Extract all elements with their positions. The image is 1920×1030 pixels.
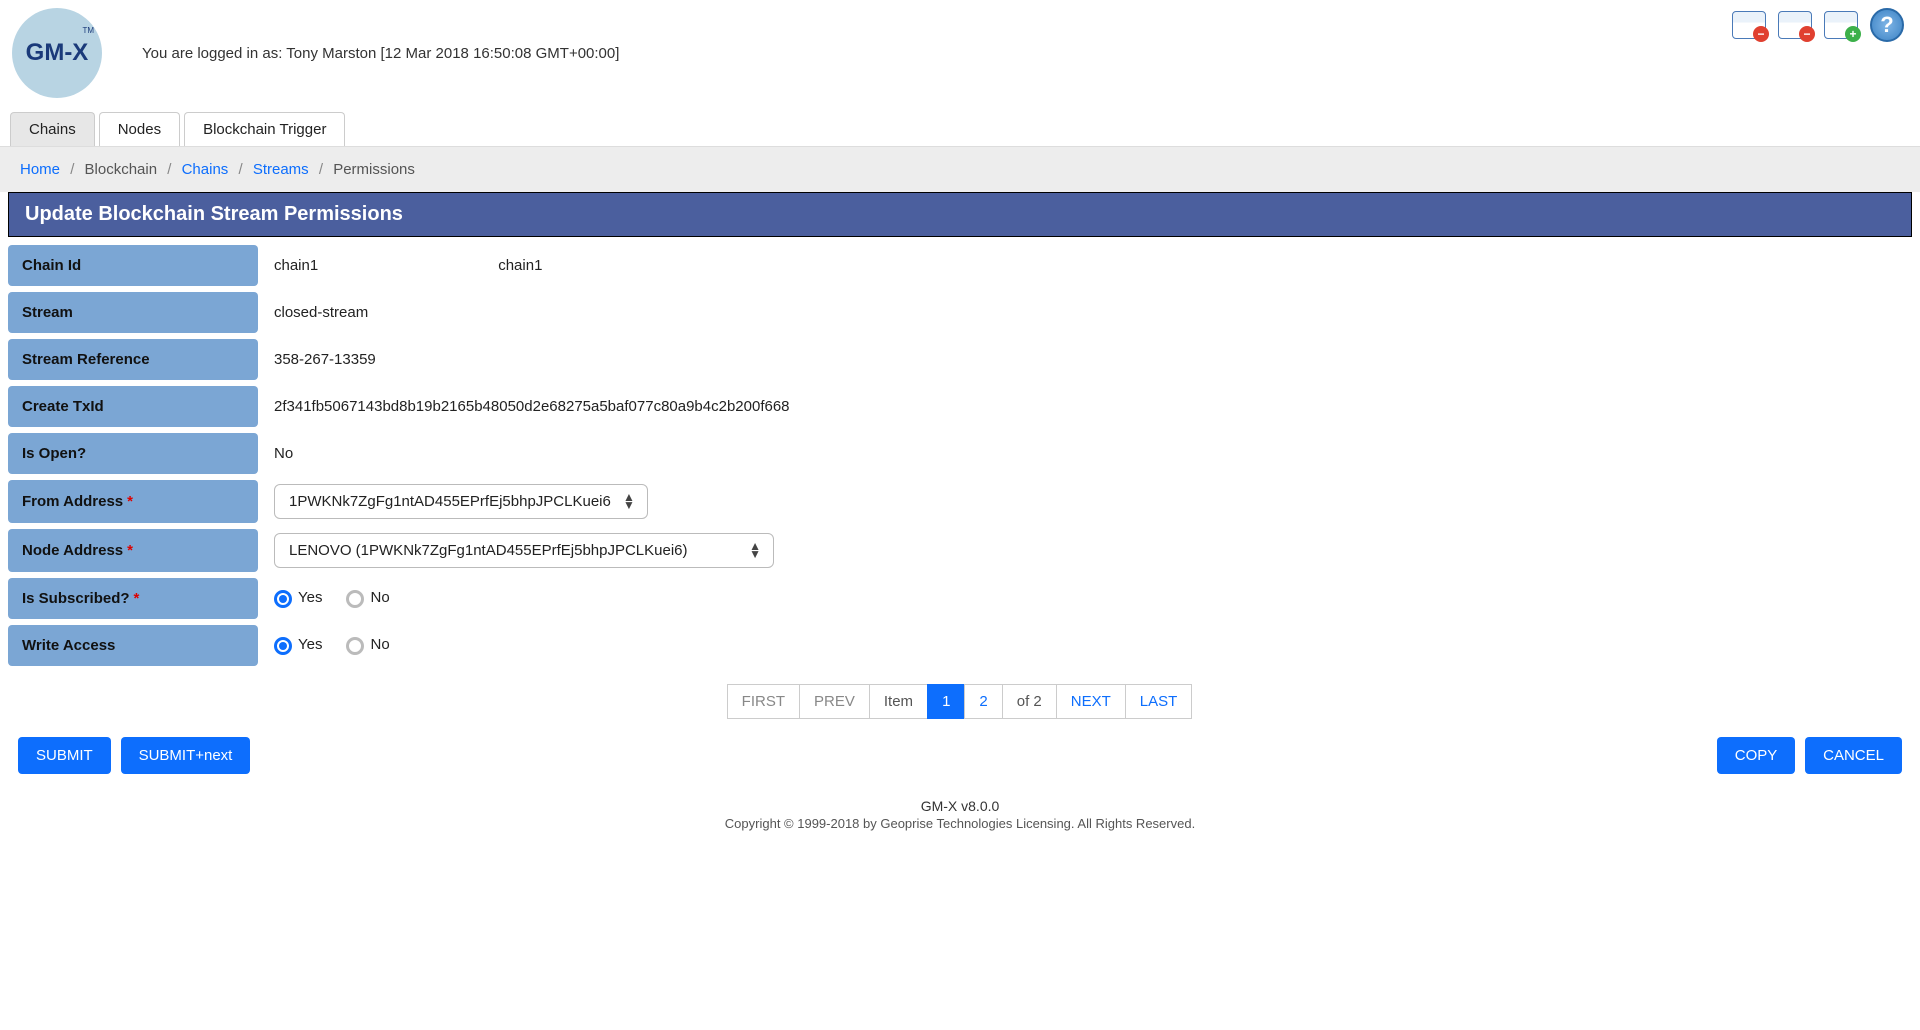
write-access-no[interactable]: No: [346, 636, 389, 654]
label-stream: Stream: [8, 292, 258, 333]
from-address-select[interactable]: 1PWKNk7ZgFg1ntAD455EPrfEj5bhpJPCLKuei6 ▲…: [274, 484, 648, 519]
label-chain-id: Chain Id: [8, 245, 258, 286]
radio-icon: [346, 637, 364, 655]
radio-icon: [346, 590, 364, 608]
write-access-yes[interactable]: Yes: [274, 636, 322, 654]
login-prefix: You are logged in as:: [142, 45, 286, 62]
copy-button[interactable]: COPY: [1717, 737, 1796, 774]
breadcrumb-separator: /: [319, 161, 323, 178]
value-create-txid: 2f341fb5067143bd8b19b2165b48050d2e68275a…: [274, 398, 790, 415]
tab-chains[interactable]: Chains: [10, 112, 95, 146]
page-last[interactable]: LAST: [1125, 684, 1193, 719]
page-of-label: of 2: [1002, 684, 1057, 719]
required-marker: *: [127, 542, 133, 559]
page-prev: PREV: [799, 684, 870, 719]
breadcrumb: Home / Blockchain / Chains / Streams / P…: [0, 147, 1920, 192]
row-from-address: From Address * 1PWKNk7ZgFg1ntAD455EPrfEj…: [8, 480, 1912, 523]
radio-icon: [274, 637, 292, 655]
new-session-button[interactable]: +: [1822, 8, 1860, 42]
required-marker: *: [134, 590, 140, 607]
from-address-selected: 1PWKNk7ZgFg1ntAD455EPrfEj5bhpJPCLKuei6: [289, 493, 611, 510]
footer-version: GM-X v8.0.0: [0, 798, 1920, 814]
breadcrumb-home[interactable]: Home: [20, 161, 60, 178]
value-chain-id-1: chain1: [274, 257, 318, 274]
chevron-updown-icon: ▲▼: [749, 543, 761, 557]
form: Chain Id chain1 chain1 Stream closed-str…: [0, 237, 1920, 790]
submit-next-button[interactable]: SUBMIT+next: [121, 737, 251, 774]
breadcrumb-separator: /: [167, 161, 171, 178]
chevron-updown-icon: ▲▼: [623, 494, 635, 508]
tabs: Chains Nodes Blockchain Trigger: [0, 112, 1920, 147]
node-address-selected: LENOVO (1PWKNk7ZgFg1ntAD455EPrfEj5bhpJPC…: [289, 542, 688, 559]
page-2[interactable]: 2: [964, 684, 1002, 719]
value-stream: closed-stream: [274, 304, 368, 321]
row-is-subscribed: Is Subscribed? * Yes No: [8, 578, 1912, 619]
action-bar: SUBMIT SUBMIT+next COPY CANCEL: [8, 719, 1912, 782]
label-is-open: Is Open?: [8, 433, 258, 474]
row-create-txid: Create TxId 2f341fb5067143bd8b19b2165b48…: [8, 386, 1912, 427]
label-is-subscribed: Is Subscribed? *: [8, 578, 258, 619]
window-icon: −: [1732, 11, 1766, 39]
breadcrumb-permissions: Permissions: [333, 161, 415, 178]
breadcrumb-separator: /: [238, 161, 242, 178]
help-button[interactable]: ?: [1868, 8, 1906, 42]
page-next[interactable]: NEXT: [1056, 684, 1126, 719]
login-user: Tony Marston: [286, 45, 376, 62]
pagination: FIRST PREV Item 1 2 of 2 NEXT LAST: [8, 684, 1912, 719]
value-is-open: No: [274, 445, 293, 462]
logo-text: GM-X: [26, 39, 89, 67]
login-timestamp: [12 Mar 2018 16:50:08 GMT+00:00]: [376, 45, 619, 62]
row-stream-reference: Stream Reference 358-267-13359: [8, 339, 1912, 380]
row-chain-id: Chain Id chain1 chain1: [8, 245, 1912, 286]
value-stream-reference: 358-267-13359: [274, 351, 376, 368]
logo[interactable]: GM-X TM: [12, 8, 102, 98]
page-title: Update Blockchain Stream Permissions: [8, 192, 1912, 237]
close-page-button[interactable]: −: [1730, 8, 1768, 42]
tab-nodes[interactable]: Nodes: [99, 112, 180, 146]
radio-icon: [274, 590, 292, 608]
row-node-address: Node Address * LENOVO (1PWKNk7ZgFg1ntAD4…: [8, 529, 1912, 572]
label-create-txid: Create TxId: [8, 386, 258, 427]
page-first: FIRST: [727, 684, 800, 719]
tab-blockchain-trigger[interactable]: Blockchain Trigger: [184, 112, 345, 146]
close-all-button[interactable]: −: [1776, 8, 1814, 42]
is-subscribed-no[interactable]: No: [346, 589, 389, 607]
breadcrumb-chains[interactable]: Chains: [182, 161, 229, 178]
is-subscribed-yes[interactable]: Yes: [274, 589, 322, 607]
login-info: You are logged in as: Tony Marston [12 M…: [142, 45, 619, 62]
breadcrumb-streams[interactable]: Streams: [253, 161, 309, 178]
label-node-address: Node Address *: [8, 529, 258, 572]
label-stream-reference: Stream Reference: [8, 339, 258, 380]
footer-copyright: Copyright © 1999-2018 by Geoprise Techno…: [0, 816, 1920, 831]
header: GM-X TM You are logged in as: Tony Marst…: [0, 0, 1920, 106]
help-icon: ?: [1870, 8, 1904, 42]
footer: GM-X v8.0.0 Copyright © 1999-2018 by Geo…: [0, 790, 1920, 847]
row-stream: Stream closed-stream: [8, 292, 1912, 333]
required-marker: *: [127, 493, 133, 510]
row-write-access: Write Access Yes No: [8, 625, 1912, 666]
page-1[interactable]: 1: [927, 684, 965, 719]
cancel-button[interactable]: CANCEL: [1805, 737, 1902, 774]
value-chain-id-2: chain1: [498, 257, 542, 274]
minus-icon: −: [1799, 26, 1815, 42]
submit-button[interactable]: SUBMIT: [18, 737, 111, 774]
logo-trademark: TM: [82, 26, 94, 35]
minus-icon: −: [1753, 26, 1769, 42]
breadcrumb-separator: /: [70, 161, 74, 178]
label-from-address: From Address *: [8, 480, 258, 523]
window-icon: +: [1824, 11, 1858, 39]
plus-icon: +: [1845, 26, 1861, 42]
label-write-access: Write Access: [8, 625, 258, 666]
row-is-open: Is Open? No: [8, 433, 1912, 474]
breadcrumb-blockchain: Blockchain: [85, 161, 158, 178]
page-item-label: Item: [869, 684, 928, 719]
header-icon-bar: − − + ?: [1730, 8, 1906, 42]
window-icon: −: [1778, 11, 1812, 39]
node-address-select[interactable]: LENOVO (1PWKNk7ZgFg1ntAD455EPrfEj5bhpJPC…: [274, 533, 774, 568]
